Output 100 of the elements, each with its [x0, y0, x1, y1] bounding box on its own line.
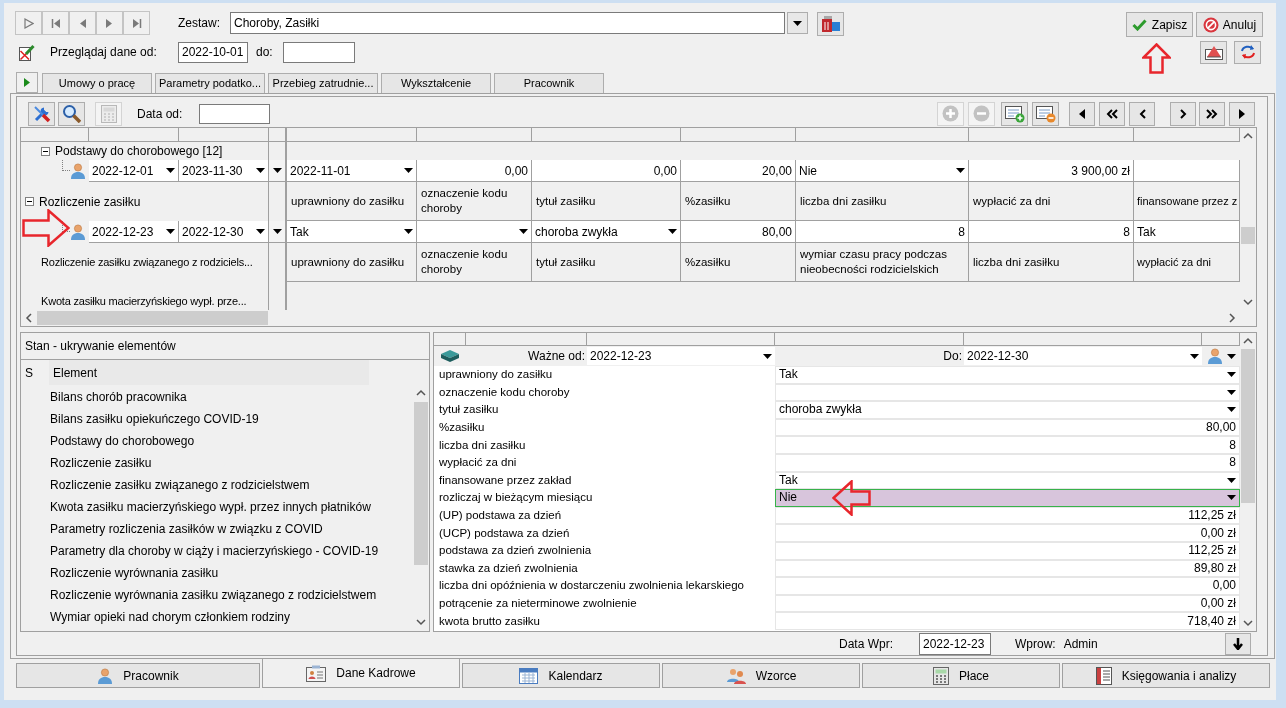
search-button[interactable]	[58, 101, 85, 126]
dropdown-caret-icon	[166, 229, 175, 234]
dropdown-field[interactable]: choroba zwykła	[775, 401, 1240, 419]
date-dropdown-field[interactable]: 2022-12-30	[964, 347, 1202, 365]
table-cell: 0,00	[532, 160, 681, 182]
tab[interactable]: Księgowania i analizy	[1062, 663, 1270, 688]
next-button[interactable]	[96, 11, 123, 35]
triangle-left-icon	[1079, 108, 1085, 119]
chevron-left-icon	[1138, 108, 1146, 119]
date-field[interactable]: 2022-12-23	[919, 632, 991, 655]
date-dropdown-cell[interactable]: 2023-11-30	[179, 160, 269, 182]
tab[interactable]: Parametry podatko...	[155, 73, 265, 93]
group-label: Podstawy do chorobowego [12]	[55, 143, 223, 160]
save-button[interactable]: Zapisz	[1126, 12, 1193, 37]
number-field[interactable]: 0,00 zł	[775, 524, 1240, 542]
number-field[interactable]: 718,40 zł	[775, 612, 1240, 630]
scroll-left-icon	[25, 313, 33, 323]
dropdown-cell[interactable]	[417, 221, 532, 243]
tab[interactable]: Płace	[862, 663, 1060, 688]
field-label: potrącenie za nieterminowe zwolnienie	[438, 596, 638, 611]
picture-button[interactable]	[1200, 40, 1227, 64]
dropdown-cell[interactable]	[269, 160, 287, 182]
list-item[interactable]: Rozliczenie wyrównania zasiłku związanego z rodzicielstwem	[21, 584, 413, 606]
number-field[interactable]: 8	[775, 436, 1240, 454]
double-chevron-right-icon	[1206, 108, 1218, 119]
field-label: (UP) podstawa za dzień	[438, 508, 563, 524]
down-arrow-button[interactable]	[1225, 632, 1251, 655]
dropdown-cell[interactable]	[269, 221, 287, 243]
list-item[interactable]: Parametry dla choroby w ciąży i macierzyńskiego - COVID-19	[21, 540, 413, 562]
fast-forward-button[interactable]	[1199, 101, 1225, 126]
field-label: Data od:	[137, 105, 184, 123]
column-header: liczba dni zasiłku	[969, 243, 1134, 282]
scrollbar-thumb[interactable]	[37, 311, 268, 325]
minus-circle-icon	[973, 105, 990, 122]
previous-page-button[interactable]	[1129, 101, 1155, 126]
date-dropdown-cell[interactable]: 2022-12-23	[89, 221, 179, 243]
dropdown-field[interactable]: Choroby, Zasiłki	[230, 12, 785, 34]
list-item[interactable]: Bilans chorób pracownika	[21, 386, 413, 408]
blocks-button[interactable]	[817, 12, 844, 36]
date-field[interactable]: 2022-10-01	[178, 41, 248, 63]
ledger-icon	[1095, 666, 1112, 685]
dropdown-field[interactable]: Nie	[775, 489, 1240, 507]
tab[interactable]: Pracownik	[494, 73, 604, 93]
scrollbar-thumb[interactable]	[1241, 227, 1255, 244]
table-cell: 3 900,00 zł	[969, 160, 1134, 182]
tree-toggle-icon[interactable]	[25, 197, 34, 206]
tab[interactable]: Kalendarz	[462, 663, 660, 688]
first-page-button[interactable]	[1069, 101, 1095, 126]
first-button[interactable]	[42, 11, 69, 35]
cancel-button[interactable]: Anuluj	[1196, 12, 1263, 37]
dropdown-cell[interactable]: Nie	[796, 160, 969, 182]
list-item[interactable]: Parametry rozliczenia zasiłków w związku z COVID	[21, 518, 413, 540]
last-page-button[interactable]	[1229, 101, 1255, 126]
play-outline-button[interactable]	[15, 11, 42, 35]
tab[interactable]: Wzorce	[662, 663, 860, 688]
dropdown-button[interactable]	[787, 12, 808, 34]
dropdown-caret-icon	[1190, 353, 1199, 359]
list-item[interactable]: Kwota zasiłku macierzyńskiego wypł. przez innych płatników	[21, 496, 413, 518]
scrollbar-thumb[interactable]	[1241, 349, 1255, 503]
next-page-button[interactable]	[1170, 101, 1196, 126]
field-label: Ważne od:	[527, 348, 586, 365]
list-item[interactable]: Wymiar opieki nad chorym członkiem rodziny	[21, 606, 413, 628]
list-item[interactable]: Bilans zasiłku opiekuńczego COVID-19	[21, 408, 413, 430]
tab[interactable]: Umowy o pracę	[42, 73, 152, 93]
person-icon	[70, 163, 86, 179]
date-dropdown-cell[interactable]: 2022-12-01	[89, 160, 179, 182]
scrollbar-thumb[interactable]	[414, 402, 428, 565]
dropdown-caret-icon	[956, 168, 965, 173]
rewind-button[interactable]	[1099, 101, 1125, 126]
dropdown-caret-icon	[1227, 407, 1236, 413]
tools-button[interactable]	[28, 101, 55, 126]
refresh-button[interactable]	[1234, 40, 1261, 64]
picture-icon	[1204, 44, 1223, 60]
remove-row-button[interactable]	[1032, 101, 1059, 126]
last-button[interactable]	[123, 11, 150, 35]
tab[interactable]: Pracownik	[16, 663, 260, 688]
book-icon	[440, 349, 460, 363]
list-item[interactable]: Rozliczenie zasiłku	[21, 452, 413, 474]
date-field[interactable]	[199, 103, 270, 124]
list-item[interactable]: Rozliczenie wyrównania zasiłku	[21, 562, 413, 584]
table-cell: 8	[796, 221, 969, 243]
previous-button[interactable]	[69, 11, 96, 35]
dropdown-cell[interactable]: Tak	[287, 221, 417, 243]
number-field[interactable]: 0,00	[775, 577, 1240, 595]
add-row-button[interactable]	[1001, 101, 1028, 126]
dropdown-field[interactable]: Tak	[775, 366, 1240, 384]
list-item[interactable]: Podstawy do chorobowego	[21, 430, 413, 452]
tab[interactable]: Przebieg zatrudnie...	[268, 73, 378, 93]
dropdown-cell[interactable]: 2022-11-01	[287, 160, 417, 182]
field-label: Wprow:	[1015, 635, 1056, 653]
tree-toggle-icon[interactable]	[41, 146, 50, 156]
date-field[interactable]	[283, 41, 355, 63]
tab[interactable]: Dane Kadrowe	[262, 659, 460, 688]
play-button[interactable]	[16, 72, 38, 93]
date-dropdown-cell[interactable]: 2022-12-30	[179, 221, 269, 243]
dropdown-cell[interactable]: choroba zwykła	[532, 221, 681, 243]
date-dropdown-field[interactable]: 2022-12-23	[587, 347, 775, 365]
tab[interactable]: Wykształcenie	[381, 73, 491, 93]
list-item[interactable]: Rozliczenie zasiłku związanego z rodzicielstwem	[21, 474, 413, 496]
edit-document-icon	[18, 43, 35, 61]
